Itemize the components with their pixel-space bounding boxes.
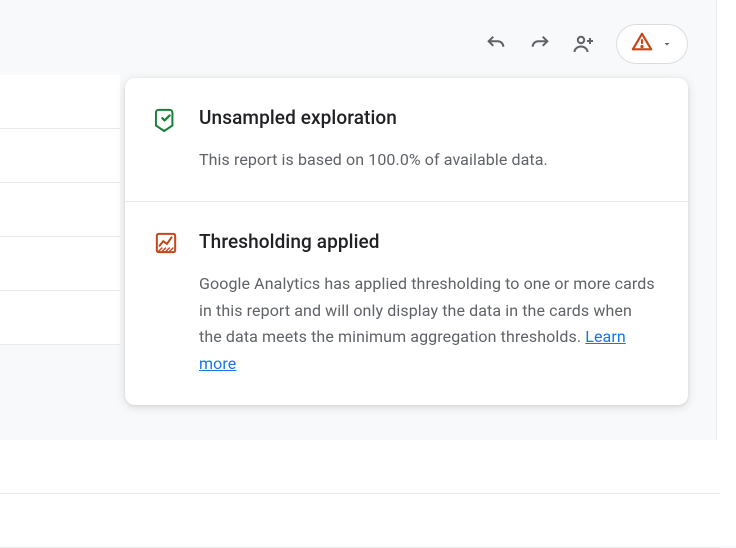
section-title: Thresholding applied [199, 230, 658, 253]
data-quality-popup: Unsampled exploration This report is bas… [125, 78, 688, 405]
chart-threshold-icon [155, 232, 177, 254]
bg-rows-lower [0, 440, 720, 548]
section-body: Google Analytics has applied thresholdin… [199, 271, 658, 377]
undo-icon[interactable] [484, 32, 508, 56]
redo-icon[interactable] [528, 32, 552, 56]
chevron-down-icon [661, 35, 673, 54]
toolbar [484, 24, 688, 64]
bg-rows [0, 75, 120, 345]
data-quality-status-button[interactable] [616, 24, 688, 64]
section-body: This report is based on 100.0% of availa… [199, 147, 548, 173]
section-title: Unsampled exploration [199, 106, 548, 129]
shield-check-icon [155, 108, 177, 130]
popup-section-unsampled: Unsampled exploration This report is bas… [125, 78, 688, 201]
share-person-icon[interactable] [572, 32, 596, 56]
warning-triangle-icon [631, 31, 653, 57]
popup-section-thresholding: Thresholding applied Google Analytics ha… [125, 201, 688, 405]
